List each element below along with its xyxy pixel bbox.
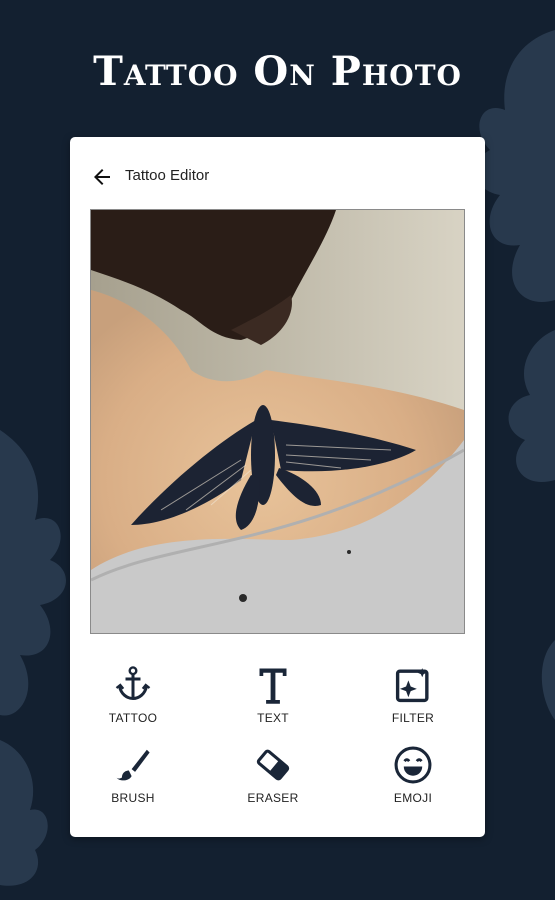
- editor-toolbar: Tattoo Editor: [70, 137, 485, 207]
- emoji-tool-button[interactable]: EMOJI: [363, 745, 463, 819]
- brush-tool-button[interactable]: BRUSH: [83, 745, 183, 819]
- filter-tool-button[interactable]: FILTER: [363, 665, 463, 739]
- filter-sparkle-icon: [395, 668, 429, 703]
- text-tool-label: TEXT: [257, 711, 289, 725]
- editor-card: Tattoo Editor TATTOO TEXT FILTER BRUSH E…: [70, 137, 485, 837]
- eraser-tool-button[interactable]: ERASER: [223, 745, 323, 819]
- text-tool-button[interactable]: TEXT: [223, 665, 323, 739]
- photo-canvas[interactable]: [90, 209, 465, 634]
- tattoo-photo-image: [91, 210, 464, 633]
- emoji-icon: [394, 746, 432, 784]
- eraser-tool-label: ERASER: [247, 791, 299, 805]
- brush-icon: [116, 749, 150, 781]
- eraser-icon: [256, 749, 290, 781]
- anchor-icon: [115, 666, 151, 701]
- editor-title: Tattoo Editor: [125, 167, 210, 184]
- tattoo-tool-button[interactable]: TATTOO: [83, 665, 183, 739]
- tool-grid: TATTOO TEXT FILTER BRUSH ERASER EMOJI: [70, 657, 485, 827]
- back-arrow-icon[interactable]: [90, 165, 114, 189]
- app-headline: Tattoo On Photo: [93, 48, 462, 95]
- filter-tool-label: FILTER: [391, 711, 435, 725]
- tattoo-tool-label: TATTOO: [108, 711, 158, 725]
- emoji-tool-label: EMOJI: [393, 791, 433, 805]
- brush-tool-label: BRUSH: [111, 791, 155, 805]
- text-t-icon: [259, 668, 287, 704]
